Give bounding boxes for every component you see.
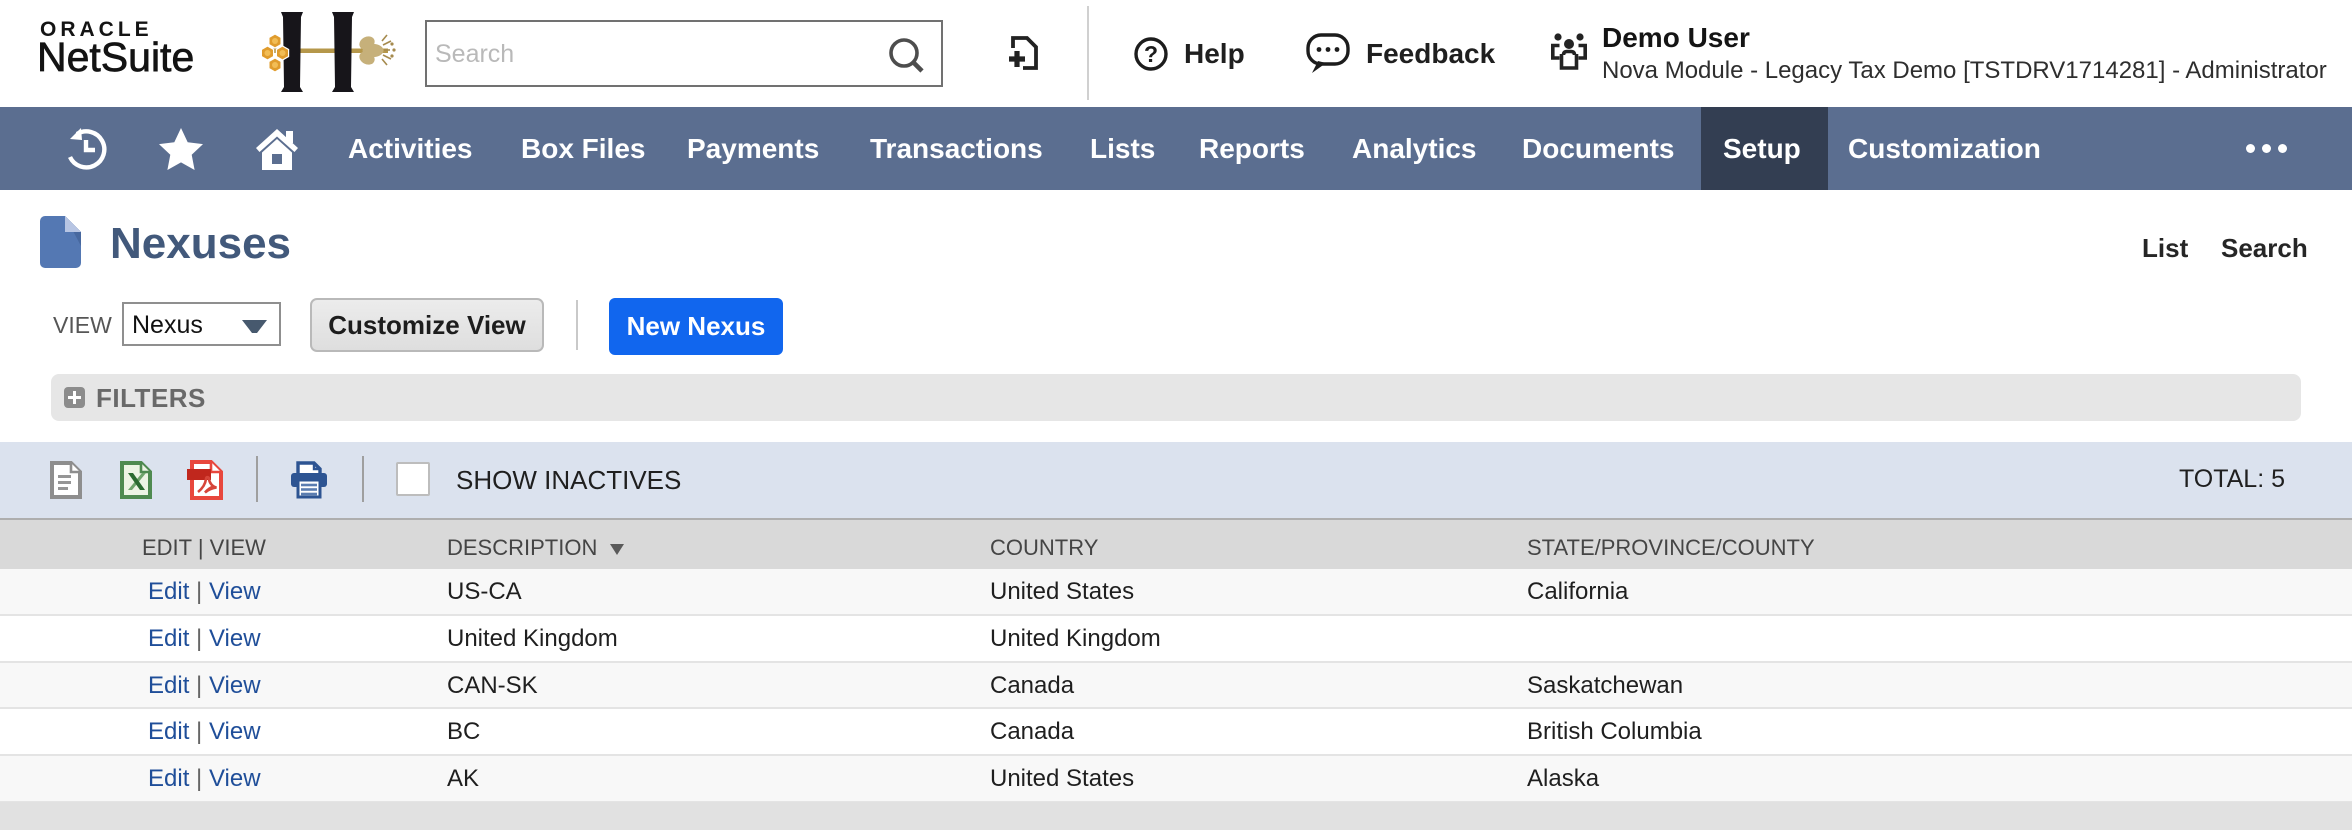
svg-text:?: ? bbox=[1144, 41, 1158, 67]
